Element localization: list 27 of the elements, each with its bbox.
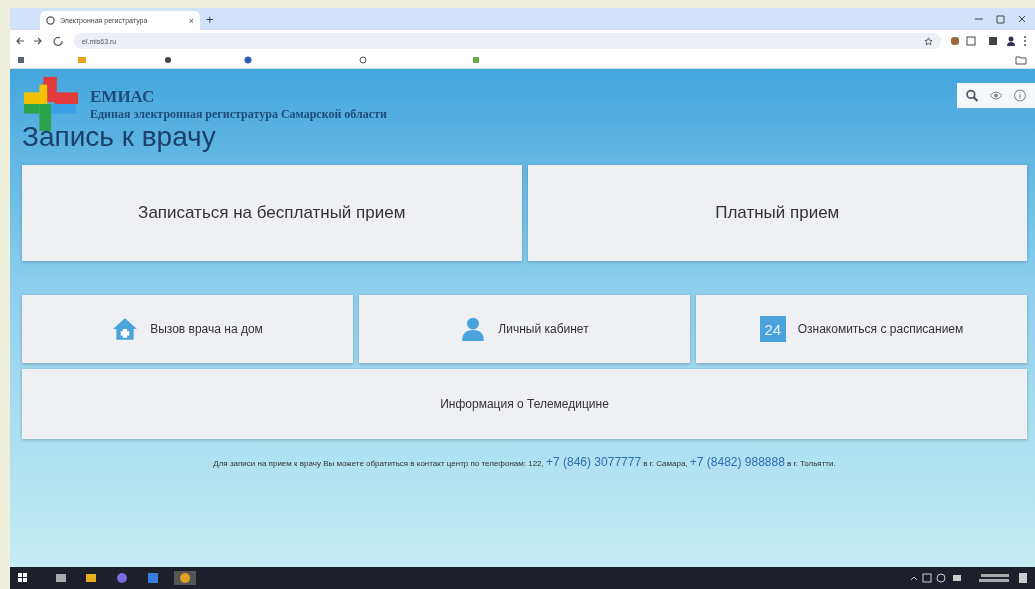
menu-tile[interactable]: 24 Ознакомиться с расписанием [696,295,1027,363]
navigation-icon[interactable] [16,36,66,46]
extension-icons[interactable] [949,35,1029,47]
logo-title: ЕМИАС [90,87,156,107]
menu-tile[interactable]: Записаться на бесплатный прием [22,165,522,261]
folder-icon[interactable] [1015,55,1027,65]
star-icon[interactable] [924,36,933,46]
search-icon[interactable] [965,89,979,102]
page-title: Запись к врачу [22,121,217,153]
tile-label: Вызов врача на дом [150,322,263,336]
menu-tile[interactable]: Личный кабинет [359,295,690,363]
new-tab-button[interactable]: + [206,12,214,27]
calendar-icon: 24 [759,316,786,342]
eye-icon[interactable] [989,89,1003,102]
house-icon [112,316,139,342]
menu-tile[interactable]: Платный прием [527,165,1027,261]
contact-info-text: Для записи на прием к врачу Вы можете обратиться в контакт центр по телефонам: 122, +7 (846) 3077777 в г. Самара, +7 (8482) 988888 в г. Тольятти. [212,455,837,469]
tile-label: Личный кабинет [498,322,589,336]
person-icon [460,316,487,342]
system-tray-icons[interactable] [909,571,1029,585]
globe-icon [46,16,55,25]
close-tab-button[interactable]: × [188,15,194,26]
info-icon[interactable] [1013,89,1027,102]
tile-label: Ознакомиться с расписанием [797,322,964,336]
menu-tile[interactable]: Вызов врача на дом [22,295,353,363]
logo-subtitle: Единая электронная регистратура Самарской области [90,107,387,122]
menu-tile[interactable]: Информация о Телемедицине [22,369,1027,439]
